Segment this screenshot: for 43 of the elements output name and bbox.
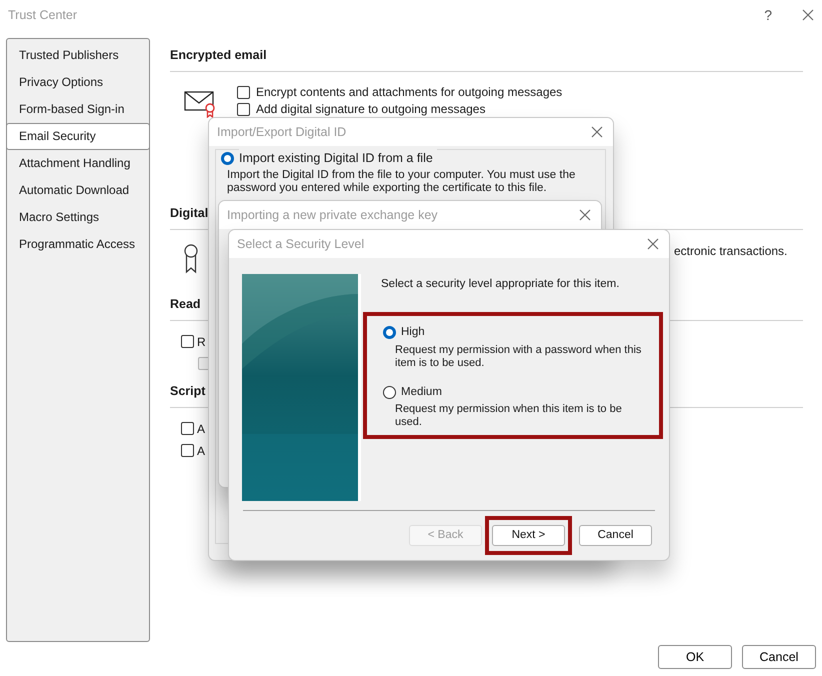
checkbox[interactable] [237, 86, 250, 99]
radio-label: Medium [401, 384, 442, 400]
checkbox-label: A [197, 442, 206, 460]
window-title: Trust Center [8, 6, 78, 24]
ribbon-icon [184, 244, 198, 274]
checkbox-label: Add digital signature to outgoing messages [256, 101, 486, 118]
checkbox[interactable] [181, 444, 194, 458]
checkbox[interactable] [237, 102, 250, 116]
checkbox-label: R [197, 334, 206, 351]
close-icon[interactable] [802, 9, 814, 21]
checkbox-label: A [197, 420, 206, 438]
sidebar-item[interactable]: Privacy Options [6, 69, 150, 96]
radio-button[interactable] [221, 152, 234, 165]
sidebar-item[interactable]: Automatic Download [6, 177, 150, 204]
close-icon[interactable] [579, 209, 591, 221]
help-button[interactable]: ? [764, 4, 772, 26]
description-text: Request my permission with a password when this item is to be used. [394, 344, 642, 370]
radio-button[interactable] [383, 386, 396, 399]
radio-label: Import existing Digital ID from a file [239, 149, 437, 168]
checkbox[interactable] [181, 422, 194, 436]
cancel-button[interactable]: Cancel [742, 645, 816, 669]
dialog-title: Importing a new private exchange key [227, 206, 438, 224]
cancel-button[interactable]: Cancel [579, 525, 652, 546]
section-heading: Encrypted email [170, 46, 803, 72]
sidebar-item[interactable]: Attachment Handling [6, 150, 150, 177]
radio-label: High [401, 325, 425, 340]
ok-button[interactable]: OK [658, 645, 732, 669]
dialog-title: Import/Export Digital ID [217, 124, 346, 141]
sidebar-item[interactable]: Email Security [6, 123, 150, 150]
next-button[interactable]: Next > [492, 525, 565, 546]
description-text: ectronic transactions. [674, 242, 788, 260]
sidebar-item[interactable]: Form-based Sign-in [6, 96, 150, 123]
radio-button[interactable] [383, 326, 396, 340]
checkbox[interactable] [181, 335, 194, 348]
sidebar-item[interactable]: Trusted Publishers [6, 42, 150, 69]
sidebar-item[interactable]: Programmatic Access [6, 231, 150, 258]
sidebar-item[interactable]: Macro Settings [6, 204, 150, 231]
checkbox-label: Encrypt contents and attachments for outgoing messages [256, 84, 562, 102]
close-icon[interactable] [647, 238, 659, 250]
description-text: Import the Digital ID from the file to your computer. You must use the password you entered while exporting the certificate to this file. [227, 168, 576, 195]
dialog-title: Select a Security Level [237, 236, 364, 253]
prompt-text: Select a security level appropriate for this item. [381, 277, 620, 292]
close-icon[interactable] [591, 126, 603, 138]
